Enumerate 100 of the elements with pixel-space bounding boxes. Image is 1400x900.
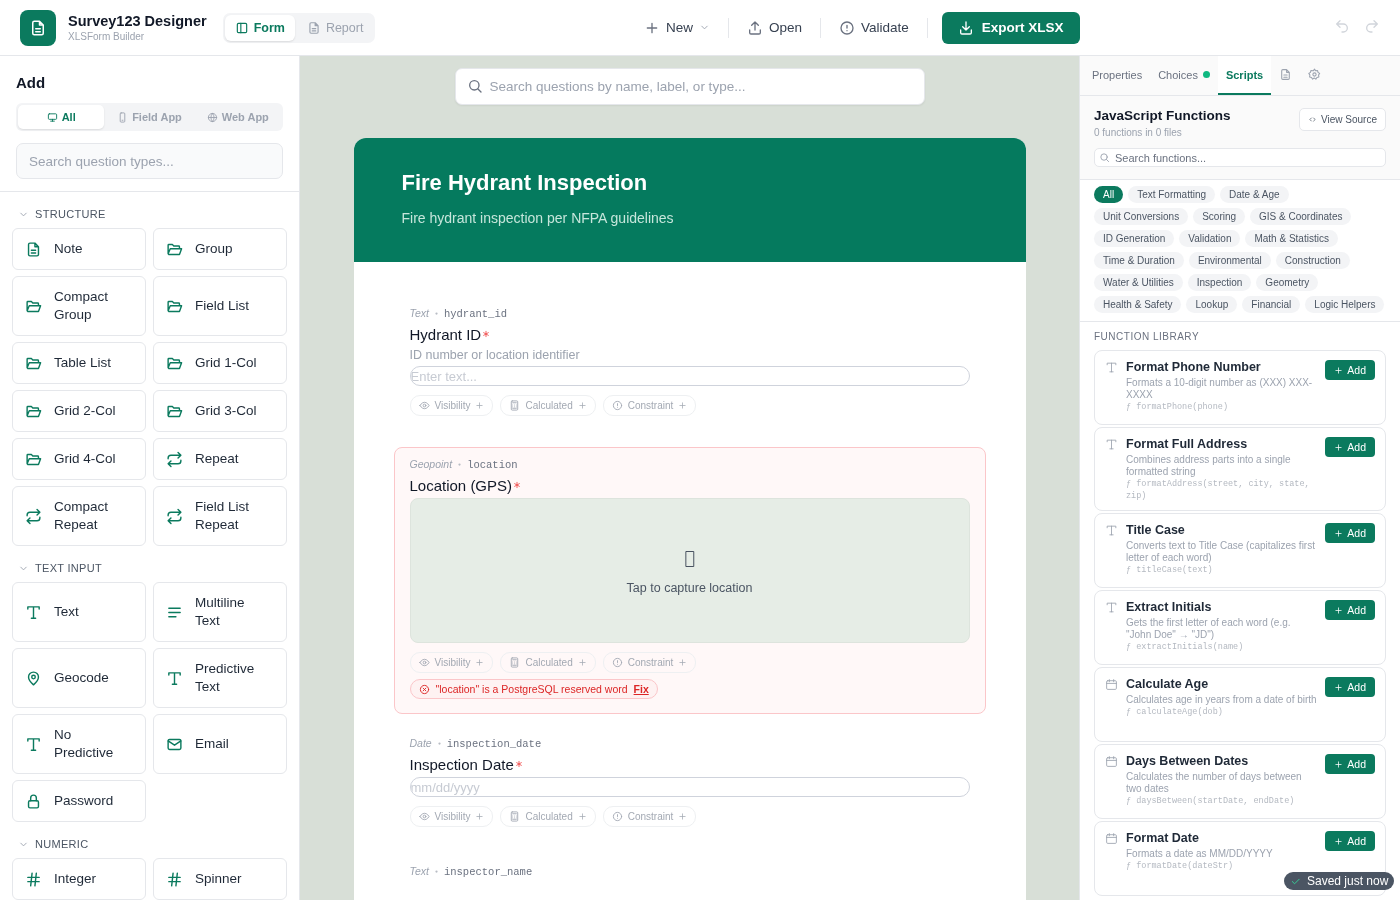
question-type-tile[interactable]: Spinner: [153, 858, 287, 900]
category-chip[interactable]: Scoring: [1193, 208, 1246, 225]
add-button[interactable]: Add: [1325, 600, 1375, 620]
category-chip[interactable]: Construction: [1275, 252, 1350, 269]
add-button[interactable]: Add: [1325, 360, 1375, 380]
search-field[interactable]: Search questions by name, label, or type...: [454, 68, 925, 105]
add-button[interactable]: Add: [1325, 677, 1375, 697]
question-type-tile[interactable]: Note: [12, 228, 146, 270]
panel-tab[interactable]: Choices: [1150, 56, 1218, 95]
location-capture[interactable]: Tap to capture location: [409, 498, 970, 643]
new-button[interactable]: New: [629, 13, 724, 42]
repeat-icon: [166, 450, 183, 468]
question-type-tile[interactable]: Field List Repeat: [153, 486, 287, 546]
question-type-tile[interactable]: Text: [12, 582, 146, 642]
search-field[interactable]: Search question types...: [16, 143, 283, 179]
function-signature: ƒ titleCase(text): [1126, 564, 1214, 576]
question-card[interactable]: Geopoint location Location (GPS) Tap to capture location Visibility Calculated Constraint "location" is a PostgreSQL reserved word Fix: [393, 447, 986, 714]
question-type: Geopoint: [409, 458, 453, 470]
section-header[interactable]: NUMERIC: [18, 838, 89, 850]
panel-tab[interactable]: Scripts: [1217, 56, 1272, 95]
question-type-tile[interactable]: Grid 1-Col: [153, 342, 287, 384]
function-description: Formats a 10-digit number as (XXX) XXX-XXXX: [1126, 377, 1314, 401]
question-type-tile[interactable]: Table List: [12, 342, 146, 384]
question-type-tile[interactable]: Compact Repeat: [12, 486, 146, 546]
question-type-tile[interactable]: Repeat: [153, 438, 287, 480]
undo-icon: [1334, 18, 1350, 34]
add-button[interactable]: Add: [1325, 437, 1375, 457]
platform-tab[interactable]: All: [18, 105, 105, 129]
form-description: Fire hydrant inspection per NFPA guidelines: [401, 210, 675, 226]
category-chip[interactable]: Unit Conversions: [1094, 208, 1189, 225]
category-chip[interactable]: Financial: [1242, 296, 1301, 313]
section-header[interactable]: TEXT INPUT: [18, 562, 102, 574]
question-hint: ID number or location identifier: [409, 348, 581, 362]
text-icon: [1105, 438, 1118, 451]
category-chip[interactable]: Validation: [1179, 230, 1241, 247]
hash-icon: [25, 870, 42, 888]
add-button[interactable]: Add: [1325, 831, 1375, 851]
plus-icon: [1334, 528, 1344, 538]
question[interactable]: Text inspector_name: [393, 858, 986, 893]
function-signature: ƒ formatAddress(street, city, state, zip): [1126, 478, 1311, 502]
question-type-tile[interactable]: Group: [153, 228, 287, 270]
add-button[interactable]: Add: [1325, 754, 1375, 774]
alert-icon: [611, 811, 623, 822]
text-input[interactable]: Enter text...: [409, 366, 970, 386]
category-chip[interactable]: Math & Statistics: [1245, 230, 1338, 247]
question[interactable]: Date inspection_date Inspection Date mm/dd/yyyy Visibility Calculated Constraint: [393, 730, 986, 842]
functions-summary: 0 functions in 0 files: [1094, 127, 1183, 138]
category-chip[interactable]: Water & Utilities: [1094, 274, 1183, 291]
category-chip[interactable]: Time & Duration: [1094, 252, 1184, 269]
open-button[interactable]: Open: [732, 13, 816, 42]
calculator-icon: [509, 657, 521, 668]
calendar-icon: [1105, 755, 1118, 768]
function-description: Gets the first letter of each word (e.g. "John Doe" → "JD"): [1126, 617, 1292, 641]
app-title: Survey123 Designer: [68, 13, 207, 29]
validate-button[interactable]: Validate: [824, 13, 923, 42]
question-type-tile[interactable]: Field List: [153, 276, 287, 336]
category-chip[interactable]: Lookup: [1186, 296, 1238, 313]
export-button[interactable]: Export XLSX: [941, 11, 1080, 44]
question-type-tile[interactable]: Predictive Text: [153, 648, 287, 708]
search-field[interactable]: Search functions...: [1094, 148, 1386, 167]
fix-link[interactable]: Fix: [633, 683, 649, 695]
question-type-tile[interactable]: Grid 4-Col: [12, 438, 146, 480]
question-type-tile[interactable]: Compact Group: [12, 276, 146, 336]
category-chip[interactable]: Text Formatting: [1128, 186, 1216, 203]
plus-icon: [475, 658, 485, 667]
calendar-icon: [1105, 832, 1118, 845]
code-icon: [1308, 115, 1318, 124]
plus-icon: [678, 401, 688, 410]
section-header[interactable]: STRUCTURE: [18, 208, 106, 220]
question-type-tile[interactable]: Grid 2-Col: [12, 390, 146, 432]
category-chip[interactable]: Date & Age: [1220, 186, 1289, 203]
category-chip[interactable]: Environmental: [1188, 252, 1271, 269]
text-icon: [1105, 361, 1118, 374]
question-type-tile[interactable]: Email: [153, 714, 287, 774]
question-type-tile[interactable]: Password: [12, 780, 146, 822]
repeat-icon: [166, 507, 183, 525]
function-description: Converts text to Title Case (capitalizes first letter of each word): [1126, 540, 1316, 564]
question-type-tile[interactable]: Grid 3-Col: [153, 390, 287, 432]
question-type-tile[interactable]: Integer: [12, 858, 146, 900]
question-type-tile[interactable]: Multiline Text: [153, 582, 287, 642]
category-chip[interactable]: GIS & Coordinates: [1250, 208, 1352, 225]
category-chip[interactable]: Geometry: [1256, 274, 1319, 291]
question-type: Text: [409, 307, 429, 319]
category-chip[interactable]: Health & Safety: [1094, 296, 1182, 313]
category-chip[interactable]: Logic Helpers: [1305, 296, 1385, 313]
toast-message: Saved just now: [1307, 874, 1389, 888]
category-chip[interactable]: ID Generation: [1094, 230, 1175, 247]
question-type-tile[interactable]: Geocode: [12, 648, 146, 708]
view-source-button[interactable]: View Source: [1299, 108, 1386, 131]
function-description: Combines address parts into a single formatted string: [1126, 454, 1292, 478]
add-button[interactable]: Add: [1325, 523, 1375, 543]
eye-icon: [418, 657, 430, 668]
question[interactable]: Text hydrant_id Hydrant ID ID number or location identifier Enter text... Visibility Calculated Constraint: [393, 300, 986, 431]
category-chip[interactable]: Inspection: [1187, 274, 1252, 291]
date-input[interactable]: mm/dd/yyyy: [409, 777, 970, 797]
view-tab[interactable]: Form: [224, 14, 295, 41]
category-chip[interactable]: All: [1094, 186, 1124, 203]
panel-tab[interactable]: Properties: [1084, 56, 1151, 95]
question-type-tile[interactable]: No Predictive: [12, 714, 146, 774]
section-title: JavaScript Functions: [1094, 108, 1231, 123]
